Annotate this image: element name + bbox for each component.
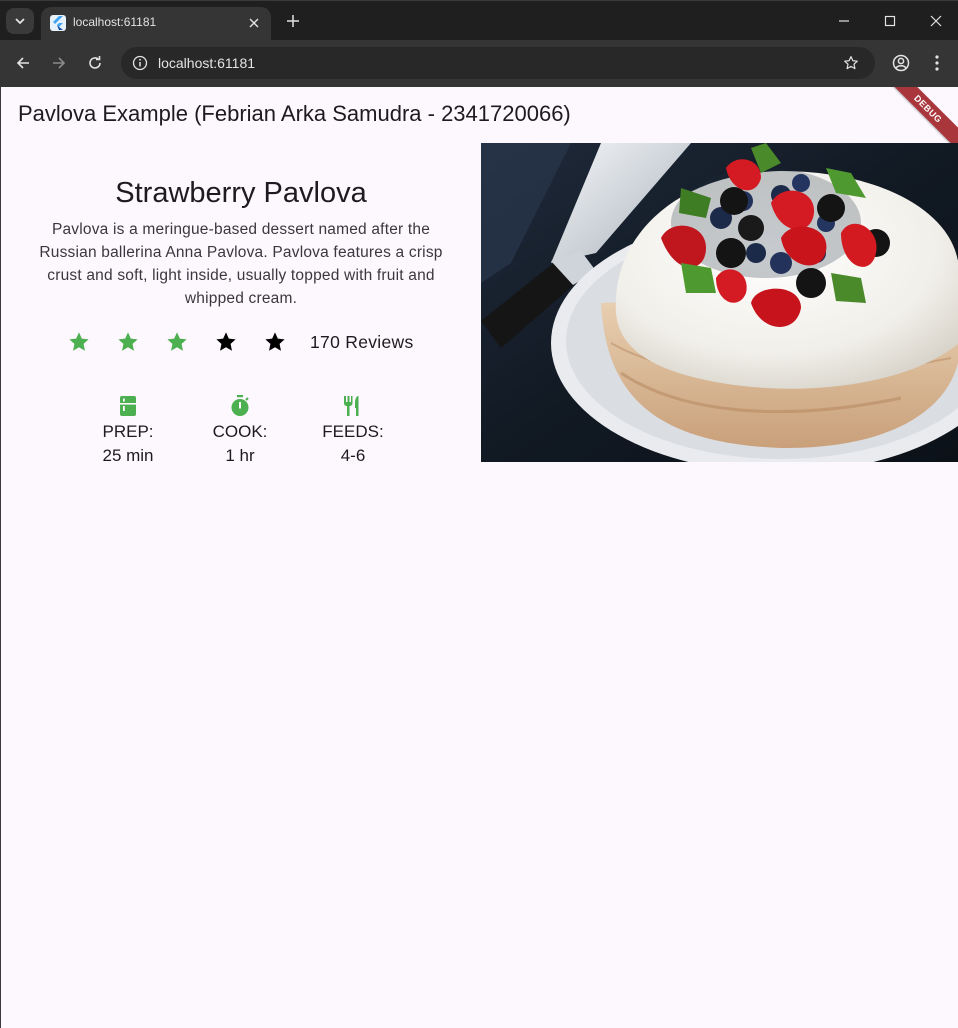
prep-label: PREP: — [102, 422, 154, 441]
pavlova-photo — [481, 143, 958, 462]
recipe-title: Strawberry Pavlova — [115, 177, 367, 209]
restaurant-icon — [308, 395, 398, 417]
back-button[interactable] — [10, 50, 36, 76]
url-text[interactable]: localhost:61181 — [158, 55, 255, 71]
flutter-icon — [50, 15, 66, 31]
new-tab-button[interactable] — [282, 10, 304, 32]
star-icon-3 — [163, 329, 191, 355]
prep-info: PREP: 25 min — [83, 395, 173, 469]
cook-label: COOK: — [212, 422, 268, 441]
account-icon — [892, 54, 910, 72]
cook-info: COOK: 1 hr — [195, 395, 285, 469]
minimize-icon — [839, 20, 849, 22]
reload-icon — [89, 56, 101, 69]
minimize-button[interactable] — [830, 7, 858, 35]
maximize-button[interactable] — [876, 7, 904, 35]
close-tab-icon[interactable] — [245, 14, 263, 32]
reload-button[interactable] — [82, 50, 108, 76]
rating-row: 170 Reviews — [65, 329, 414, 355]
tab-title: localhost:61181 — [73, 15, 157, 29]
close-icon — [930, 15, 942, 27]
star-icon-2 — [114, 329, 142, 355]
app-bar-title: Pavlova Example (Febrian Arka Samudra - … — [18, 101, 571, 126]
browser-toolbar: localhost:61181 — [0, 40, 958, 87]
app-page: Pavlova Example (Febrian Arka Samudra - … — [0, 87, 958, 1028]
star-icon-1 — [65, 329, 93, 355]
feeds-label: FEEDS: — [322, 422, 384, 441]
chevron-down-icon — [15, 18, 25, 25]
kitchen-icon — [83, 395, 173, 417]
info-icon[interactable] — [131, 54, 149, 72]
tab-search-button[interactable] — [6, 8, 34, 34]
plus-icon — [287, 15, 299, 27]
reviews-count: 170 Reviews — [310, 331, 414, 352]
star-icon-4 — [212, 329, 240, 355]
cook-value: 1 hr — [225, 446, 255, 465]
forward-button[interactable] — [46, 50, 72, 76]
profile-button[interactable] — [888, 50, 914, 76]
address-bar[interactable]: localhost:61181 — [121, 47, 875, 79]
recipe-description: Pavlova is a meringue-based dessert name… — [39, 221, 443, 307]
maximize-icon — [884, 15, 896, 27]
arrow-right-icon — [53, 57, 66, 69]
prep-value: 25 min — [102, 446, 154, 465]
browser-menu-button[interactable] — [924, 50, 950, 76]
close-window-button[interactable] — [922, 7, 950, 35]
star-icon-5 — [261, 329, 289, 355]
feeds-info: FEEDS: 4-6 — [308, 395, 398, 469]
arrow-left-icon — [16, 57, 29, 69]
more-vertical-icon — [935, 55, 939, 71]
browser-tab-bar: localhost:61181 — [0, 0, 958, 41]
browser-tab[interactable]: localhost:61181 — [41, 7, 271, 41]
bookmark-star-icon[interactable] — [841, 53, 861, 73]
timer-icon — [195, 395, 285, 417]
feeds-value: 4-6 — [340, 446, 366, 465]
